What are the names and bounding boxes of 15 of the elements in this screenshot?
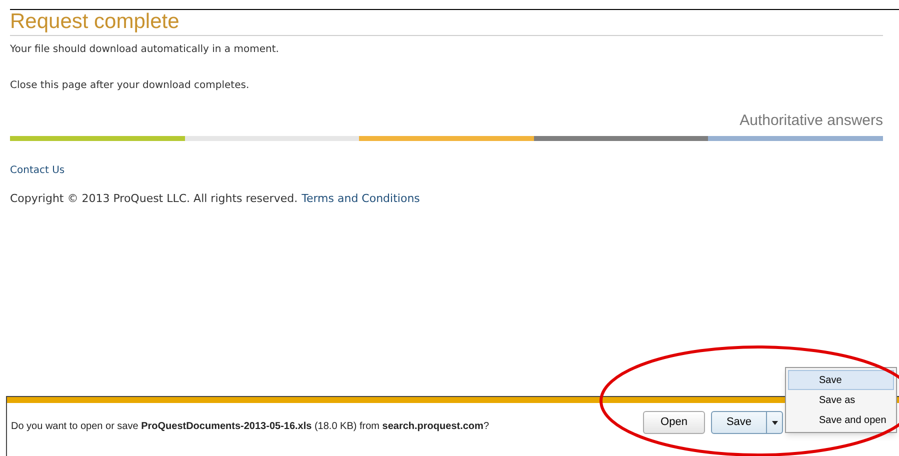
open-button[interactable]: Open (643, 411, 705, 434)
contact-link[interactable]: Contact Us (10, 165, 65, 176)
download-prompt: Do you want to open or save ProQuestDocuments-2013-05-16.xls (18.0 KB) from search.proquest.com? (11, 420, 489, 434)
caret-icon[interactable] (772, 420, 778, 424)
save-label[interactable]: Save (712, 412, 766, 433)
page-title: Request complete (10, 10, 180, 34)
message-text: Close this page after your download completes. (10, 80, 250, 92)
terms-link[interactable]: Terms and Conditions (302, 191, 420, 208)
tagline: Authoritative answers (740, 112, 883, 130)
save-split-button[interactable]: Save (711, 411, 783, 434)
menu-item[interactable]: Save (788, 370, 894, 390)
menu-item[interactable]: Save and open (788, 410, 894, 430)
copyright-text: Copyright © 2013 ProQuest LLC. All rights reserved. (10, 191, 298, 207)
menu-item[interactable]: Save as (788, 390, 894, 410)
message-text: Your file should download automatically in a moment. (10, 44, 279, 56)
